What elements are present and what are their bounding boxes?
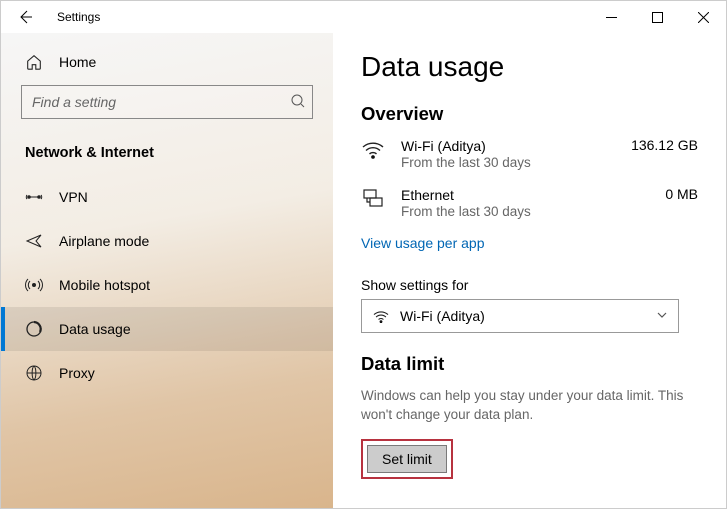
sidebar-item-label: Data usage	[59, 321, 131, 337]
vpn-icon	[25, 190, 43, 204]
wifi-icon	[372, 309, 392, 323]
back-button[interactable]	[1, 1, 49, 33]
minimize-button[interactable]	[588, 1, 634, 33]
maximize-button[interactable]	[634, 1, 680, 33]
datalimit-heading: Data limit	[361, 353, 698, 375]
data-usage-icon	[25, 320, 43, 338]
page-title: Data usage	[361, 51, 698, 83]
overview-item-sub: From the last 30 days	[401, 204, 531, 219]
sidebar: Home Network & Internet VPN Airplane	[1, 33, 333, 508]
sidebar-item-proxy[interactable]: Proxy	[1, 351, 333, 395]
window-controls	[588, 1, 726, 33]
setlimit-highlight: Set limit	[361, 439, 453, 479]
home-icon	[25, 53, 43, 71]
airplane-icon	[25, 232, 43, 250]
home-label: Home	[59, 54, 96, 70]
search-input[interactable]	[32, 94, 290, 110]
window-title: Settings	[49, 10, 100, 24]
main-panel: Data usage Overview Wi-Fi (Aditya) From …	[333, 33, 726, 508]
proxy-icon	[25, 364, 43, 382]
dropdown-value: Wi-Fi (Aditya)	[392, 308, 656, 324]
home-nav[interactable]: Home	[21, 45, 313, 85]
view-usage-link[interactable]: View usage per app	[361, 235, 698, 251]
datalimit-desc: Windows can help you stay under your dat…	[361, 387, 698, 425]
overview-item-value: 0 MB	[665, 186, 698, 202]
close-button[interactable]	[680, 1, 726, 33]
sidebar-item-label: Mobile hotspot	[59, 277, 150, 293]
search-input-container[interactable]	[21, 85, 313, 119]
set-limit-button[interactable]: Set limit	[367, 445, 447, 473]
search-icon	[290, 93, 306, 112]
section-heading: Network & Internet	[21, 139, 313, 175]
titlebar: Settings	[1, 1, 726, 33]
hotspot-icon	[25, 276, 43, 294]
overview-item-value: 136.12 GB	[631, 137, 698, 153]
overview-item-name: Wi-Fi (Aditya)	[401, 137, 531, 155]
overview-item-wifi: Wi-Fi (Aditya) From the last 30 days 136…	[361, 137, 698, 170]
overview-item-ethernet: Ethernet From the last 30 days 0 MB	[361, 186, 698, 219]
show-settings-dropdown[interactable]: Wi-Fi (Aditya)	[361, 299, 679, 333]
sidebar-item-label: Proxy	[59, 365, 95, 381]
sidebar-item-vpn[interactable]: VPN	[1, 175, 333, 219]
ethernet-icon	[361, 186, 387, 211]
overview-item-name: Ethernet	[401, 186, 531, 204]
sidebar-item-label: Airplane mode	[59, 233, 149, 249]
overview-heading: Overview	[361, 103, 698, 125]
sidebar-item-label: VPN	[59, 189, 88, 205]
sidebar-item-hotspot[interactable]: Mobile hotspot	[1, 263, 333, 307]
sidebar-item-airplane[interactable]: Airplane mode	[1, 219, 333, 263]
wifi-icon	[361, 137, 387, 162]
show-settings-label: Show settings for	[361, 277, 698, 293]
chevron-down-icon	[656, 309, 668, 324]
overview-item-sub: From the last 30 days	[401, 155, 531, 170]
sidebar-item-data-usage[interactable]: Data usage	[1, 307, 333, 351]
